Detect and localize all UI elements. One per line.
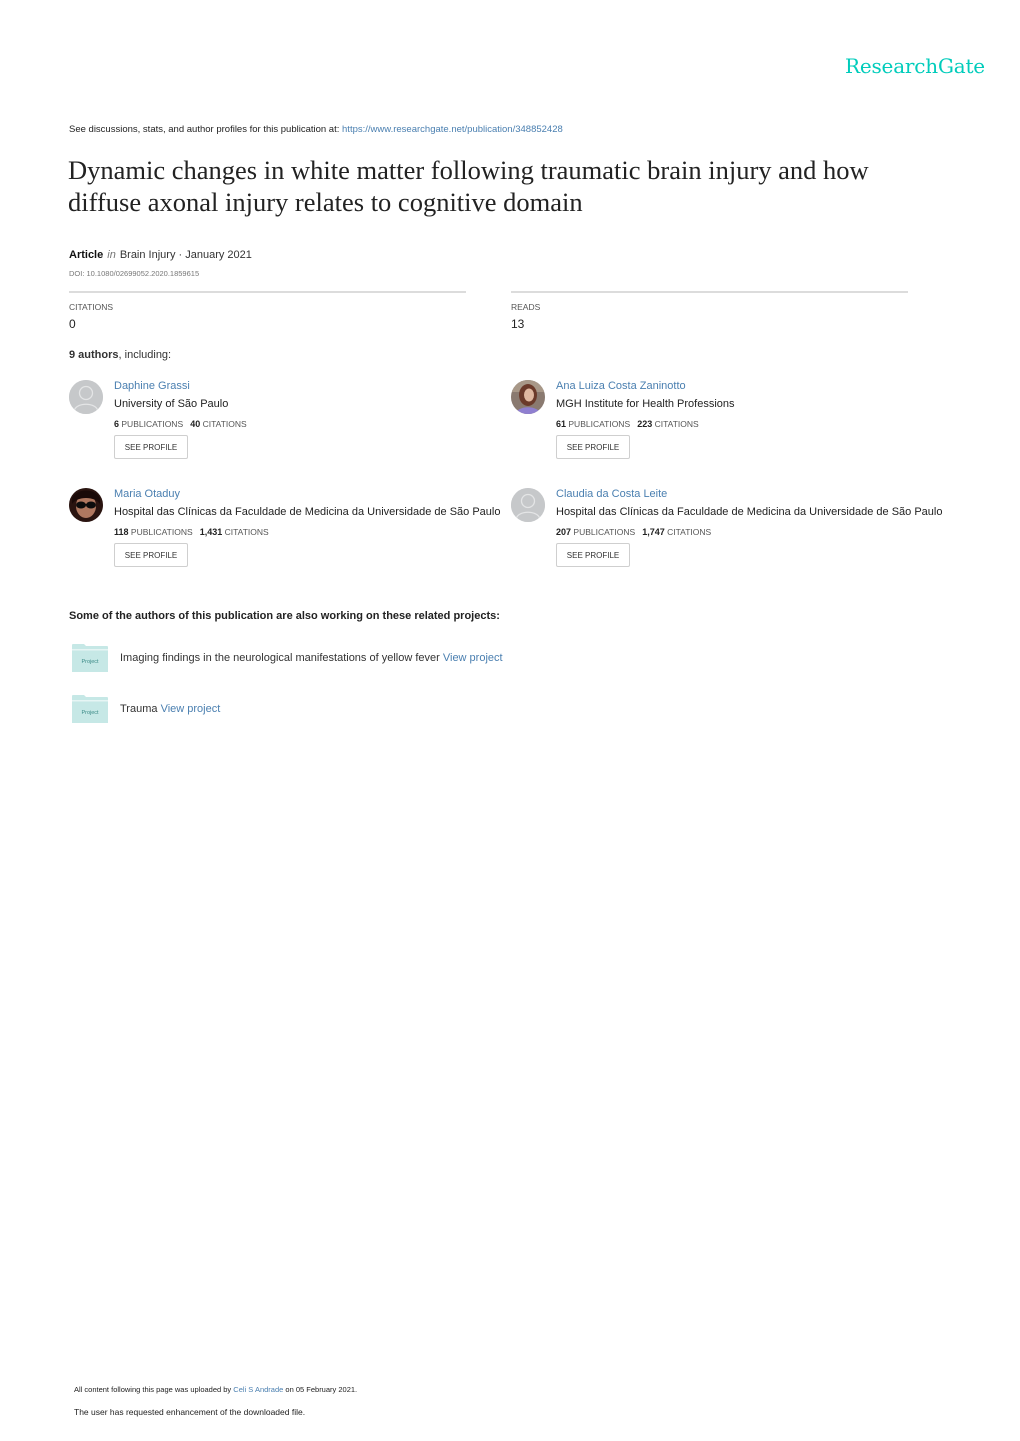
avatar-placeholder-icon[interactable] xyxy=(511,488,545,522)
see-discussions-line: See discussions, stats, and author profi… xyxy=(69,124,563,135)
publication-title: Dynamic changes in white matter followin… xyxy=(68,155,869,217)
project-item: Project Trauma View project xyxy=(71,694,771,728)
publications-count: 6 xyxy=(114,419,120,429)
publications-label: PUBLICATIONS xyxy=(121,419,184,429)
avatar-photo[interactable] xyxy=(69,488,103,522)
reads-label: READS xyxy=(511,302,541,312)
upload-prefix: All content following this page was uplo… xyxy=(74,1385,234,1394)
citations-value: 0 xyxy=(69,317,76,331)
divider-reads xyxy=(511,291,908,293)
author-card: Ana Luiza Costa Zaninotto MGH Institute … xyxy=(511,380,951,470)
avatar-photo[interactable] xyxy=(511,380,545,414)
publications-label: PUBLICATIONS xyxy=(568,419,631,429)
project-folder-icon: Project xyxy=(71,694,109,724)
divider-citations xyxy=(69,291,466,293)
citations-count: 1,747 xyxy=(642,527,665,537)
enhancement-note: The user has requested enhancement of th… xyxy=(74,1407,306,1417)
project-folder-icon: Project xyxy=(71,643,109,673)
see-profile-button[interactable]: SEE PROFILE xyxy=(114,543,188,567)
project-title: Imaging findings in the neurological man… xyxy=(120,652,440,664)
citations-label: CITATIONS xyxy=(654,419,699,429)
authors-count: 9 authors, including: xyxy=(69,349,171,361)
reads-value: 13 xyxy=(511,317,525,331)
author-affiliation: University of São Paulo xyxy=(114,398,229,410)
researchgate-logo[interactable]: ResearchGate xyxy=(845,54,985,78)
publication-type: Article xyxy=(69,249,104,261)
view-project-link[interactable]: View project xyxy=(161,703,221,715)
citations-label: CITATIONS xyxy=(667,527,712,537)
project-title: Trauma xyxy=(120,703,158,715)
project-text: Imaging findings in the neurological man… xyxy=(120,652,503,664)
publications-count: 118 xyxy=(114,527,129,537)
publication-url-link[interactable]: https://www.researchgate.net/publication… xyxy=(342,124,563,135)
see-profile-button[interactable]: SEE PROFILE xyxy=(556,543,630,567)
publications-label: PUBLICATIONS xyxy=(130,527,193,537)
citations-count: 223 xyxy=(637,419,653,429)
avatar-placeholder-icon[interactable] xyxy=(69,380,103,414)
publications-label: PUBLICATIONS xyxy=(573,527,636,537)
see-discussions-text: See discussions, stats, and author profi… xyxy=(69,124,343,135)
see-profile-button[interactable]: SEE PROFILE xyxy=(114,435,188,459)
project-item: Project Imaging findings in the neurolog… xyxy=(71,643,771,677)
publications-count: 61 xyxy=(556,419,567,429)
see-profile-button[interactable]: SEE PROFILE xyxy=(556,435,630,459)
author-stats: 207 PUBLICATIONS 1,747 CITATIONS xyxy=(556,527,711,537)
authors-count-suffix: , including: xyxy=(118,349,172,361)
author-affiliation: Hospital das Clínicas da Faculdade de Me… xyxy=(114,506,501,518)
author-stats: 6 PUBLICATIONS 40 CITATIONS xyxy=(114,419,247,429)
project-text: Trauma View project xyxy=(120,703,220,715)
author-affiliation: Hospital das Clínicas da Faculdade de Me… xyxy=(556,506,943,518)
author-affiliation: MGH Institute for Health Professions xyxy=(556,398,735,410)
citations-label: CITATIONS xyxy=(224,527,269,537)
view-project-link[interactable]: View project xyxy=(443,652,503,664)
uploader-link[interactable]: Celi S Andrade xyxy=(233,1385,283,1394)
author-name-link[interactable]: Maria Otaduy xyxy=(114,488,180,500)
citations-label: CITATIONS xyxy=(202,419,247,429)
folder-label: Project xyxy=(81,710,99,716)
citations-label: CITATIONS xyxy=(69,302,114,312)
related-projects-heading: Some of the authors of this publication … xyxy=(69,610,500,622)
upload-note: All content following this page was uplo… xyxy=(74,1385,357,1394)
upload-suffix: on 05 February 2021. xyxy=(283,1385,358,1394)
in-label: in xyxy=(107,249,116,261)
doi: DOI: 10.1080/02699052.2020.1859615 xyxy=(69,269,200,278)
author-stats: 118 PUBLICATIONS 1,431 CITATIONS xyxy=(114,527,269,537)
citations-count: 40 xyxy=(190,419,201,429)
author-name-link[interactable]: Ana Luiza Costa Zaninotto xyxy=(556,380,686,392)
authors-count-bold: 9 authors xyxy=(69,349,119,361)
author-card: Maria Otaduy Hospital das Clínicas da Fa… xyxy=(69,488,509,578)
author-name-link[interactable]: Claudia da Costa Leite xyxy=(556,488,667,500)
citations-count: 1,431 xyxy=(199,527,223,537)
publications-count: 207 xyxy=(556,527,572,537)
publication-meta: Article in Brain Injury · January 2021 xyxy=(69,249,252,261)
author-card: Daphine Grassi University of São Paulo 6… xyxy=(69,380,509,470)
author-stats: 61 PUBLICATIONS 223 CITATIONS xyxy=(556,419,699,429)
folder-label: Project xyxy=(81,659,99,665)
author-name-link[interactable]: Daphine Grassi xyxy=(114,380,190,392)
author-card: Claudia da Costa Leite Hospital das Clín… xyxy=(511,488,951,578)
journal-date: Brain Injury · January 2021 xyxy=(119,249,252,261)
